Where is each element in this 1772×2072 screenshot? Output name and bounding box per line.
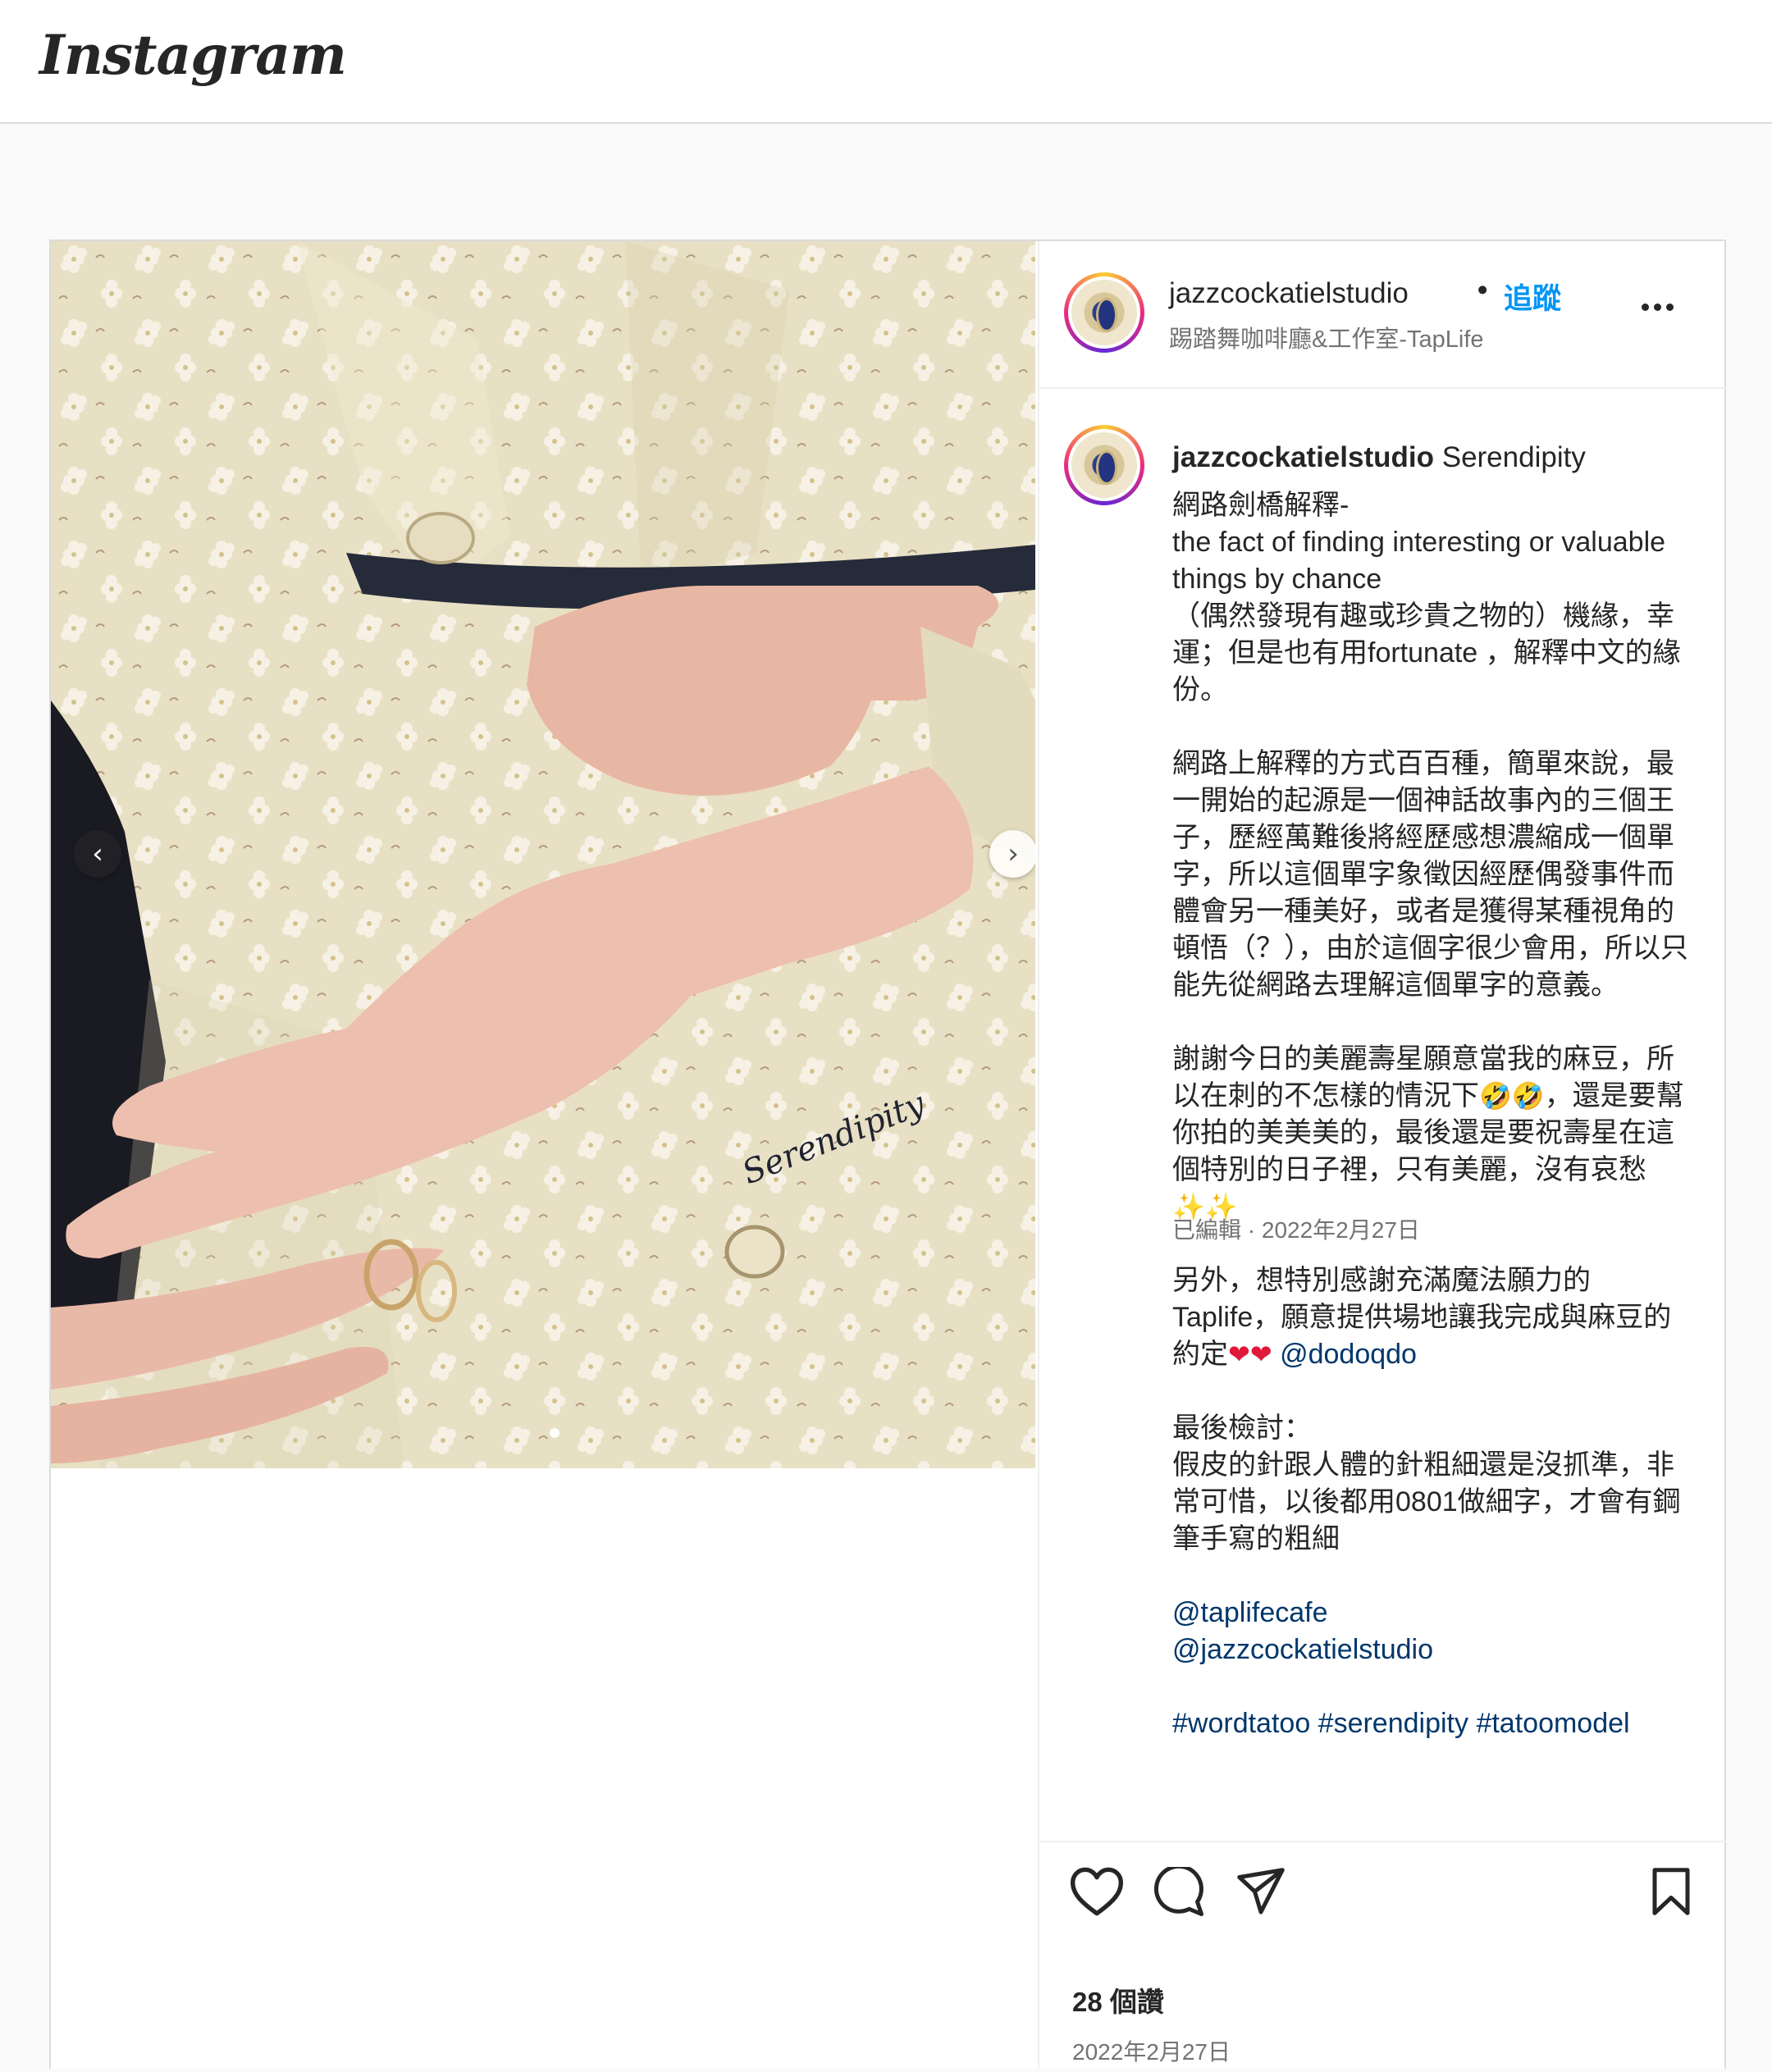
laughing-emoji-icon: 🤣 bbox=[1511, 1080, 1545, 1111]
bookmark-icon[interactable] bbox=[1650, 1867, 1692, 1916]
caption-line: 網路劍橋解釋- bbox=[1172, 490, 1350, 521]
hashtags-link[interactable]: #wordtatoo #serendipity #tatoomodel bbox=[1172, 1708, 1630, 1739]
likes-count[interactable]: 28 個讚 bbox=[1072, 1980, 1164, 2020]
post-date[interactable]: 2022年2月27日 bbox=[1072, 2034, 1231, 2067]
caption-username[interactable]: jazzcockatielstudio bbox=[1172, 441, 1434, 473]
photo-illustration: Serendipity bbox=[51, 241, 1035, 1468]
caption-line: the fact of finding interesting or valua… bbox=[1172, 527, 1666, 595]
caption-paragraph: 網路上解釋的方式百百種，簡單來說，最一開始的起源是一個神話故事內的三個王子，歷經… bbox=[1172, 748, 1688, 1001]
post-sidebar: jazzcockatielstudio • 追蹤 踢踏舞咖啡廳&工作室-TapL… bbox=[1038, 241, 1726, 2069]
caption-paragraph: 謝謝今日的美麗壽星願意當我的麻豆，所以在刺的不怎樣的情況下🤣🤣，還是要幫你拍的美… bbox=[1172, 1041, 1699, 1225]
caption-title: Serendipity bbox=[1441, 441, 1586, 473]
mention-link[interactable]: @jazzcockatielstudio bbox=[1172, 1634, 1433, 1665]
mention-link[interactable]: @dodoqdo bbox=[1280, 1339, 1417, 1370]
caption-line: 最後檢討： bbox=[1172, 1413, 1312, 1444]
post-card: Serendipity ‹ › jazzcockatielstudio • 追蹤… bbox=[49, 240, 1726, 2069]
follow-button[interactable]: 追蹤 bbox=[1504, 276, 1561, 317]
share-icon[interactable] bbox=[1236, 1867, 1286, 1916]
caption-paragraph: 另外，想特別感謝充滿魔法願力的Taplife，願意提供場地讓我完成與麻豆的約定❤… bbox=[1172, 1262, 1699, 1373]
heart-emoji-icon: ❤ bbox=[1228, 1339, 1250, 1370]
heart-emoji-icon: ❤ bbox=[1249, 1339, 1272, 1370]
caption-section: jazzcockatielstudio Serendipity 網路劍橋解釋- … bbox=[1039, 389, 1726, 1739]
location-link[interactable]: 踢踏舞咖啡廳&工作室-TapLife bbox=[1169, 320, 1484, 354]
carousel-prev-button[interactable]: ‹ bbox=[74, 830, 121, 878]
caption-line: （偶然發現有趣或珍貴之物的）機緣，幸運；但是也有用fortunate ，解釋中文… bbox=[1172, 600, 1681, 705]
comment-icon[interactable] bbox=[1154, 1867, 1203, 1916]
post-header: jazzcockatielstudio • 追蹤 踢踏舞咖啡廳&工作室-TapL… bbox=[1039, 241, 1726, 389]
edited-timestamp: 已編輯 · 2022年2月27日 bbox=[1172, 1217, 1420, 1243]
caption-paragraph: 假皮的針跟人體的針粗細還是沒抓準，非常可惜，以後都用0801做細字，才會有鋼筆手… bbox=[1172, 1449, 1681, 1554]
carousel-next-button[interactable]: › bbox=[989, 830, 1035, 878]
author-username[interactable]: jazzcockatielstudio bbox=[1169, 277, 1409, 310]
mention-link[interactable]: @taplifecafe bbox=[1172, 1597, 1328, 1628]
more-options-icon[interactable] bbox=[1642, 303, 1674, 311]
caption-body: 網路劍橋解釋- the fact of finding interesting … bbox=[1172, 487, 1699, 1742]
separator-dot: • bbox=[1477, 274, 1488, 306]
post-photo[interactable]: Serendipity ‹ › bbox=[51, 241, 1035, 1468]
laughing-emoji-icon: 🤣 bbox=[1479, 1080, 1512, 1111]
caption-avatar[interactable] bbox=[1064, 425, 1144, 505]
caption-header: jazzcockatielstudio Serendipity bbox=[1172, 441, 1586, 474]
instagram-logo[interactable]: Instagram bbox=[39, 23, 347, 87]
carousel-indicator-dot bbox=[550, 1428, 559, 1438]
author-avatar[interactable] bbox=[1064, 272, 1144, 353]
top-bar: Instagram bbox=[0, 0, 1772, 124]
heart-icon[interactable] bbox=[1071, 1867, 1123, 1916]
